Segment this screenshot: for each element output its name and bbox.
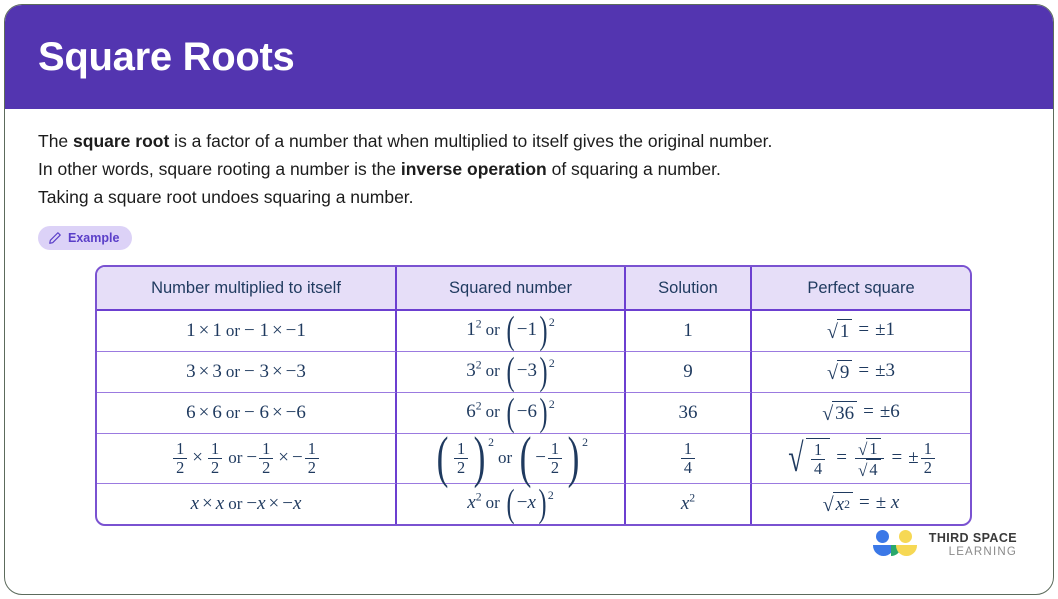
cell-squared-4: (1 2) 2or(−1 2) 2 xyxy=(397,429,626,486)
table-row: 3 × 3 or − 3 × −3 32 or(−3)2 9 √ 9 = ±3 xyxy=(97,352,970,393)
logo-line-2: LEARNING xyxy=(948,545,1017,558)
cell-multiplied-4: 1 2 × 1 2 or −1 2 × −1 2 xyxy=(97,434,397,484)
example-badge-label: Example xyxy=(68,231,120,245)
cell-multiplied-3: 6 × 6 or − 6 × −6 xyxy=(97,393,397,434)
cell-solution-3: 36 xyxy=(626,393,752,434)
pencil-icon xyxy=(48,231,62,245)
intro-term-square-root: square root xyxy=(73,131,170,151)
column-header-solution: Solution xyxy=(626,267,752,311)
intro-line-2-c: of squaring a number. xyxy=(546,159,721,179)
logo-line-1: THIRD SPACE xyxy=(928,531,1017,546)
cell-perfect-square-2: √ 9 = ±3 xyxy=(752,352,970,393)
intro-line-1: The square root is a factor of a number … xyxy=(38,127,1020,155)
intro-line-2: In other words, square rooting a number … xyxy=(38,155,1020,183)
intro-term-inverse-operation: inverse operation xyxy=(400,159,547,179)
third-space-learning-logo: THIRD SPACE LEARNING xyxy=(872,530,1017,560)
cell-perfect-square-5: √ x 2 = ± x xyxy=(822,491,900,516)
cell-perfect-square-1: √ 1 = ±1 xyxy=(752,311,970,352)
intro-line-2-a: In other words, square rooting a number … xyxy=(38,159,401,179)
page-title: Square Roots xyxy=(38,34,295,79)
lesson-card: Square Roots The square root is a factor… xyxy=(4,4,1054,595)
square-roots-table: Number multiplied to itself Squared numb… xyxy=(95,265,972,526)
square-roots-table-wrapper: Number multiplied to itself Squared numb… xyxy=(95,265,972,526)
cell-solution-2: 9 xyxy=(626,352,752,393)
cell-multiplied-5: x × x or −x × −x xyxy=(97,483,397,524)
table-header-row: Number multiplied to itself Squared numb… xyxy=(97,267,970,311)
table-row: x × x or −x × −x x2 or(−x)2 x2 √ x 2 = ± x xyxy=(97,483,970,524)
logo-wordmark: THIRD SPACE LEARNING xyxy=(929,532,1017,558)
table-row: 1 × 1 or − 1 × −1 12 or(−1)2 1 √ 1 = ±1 xyxy=(97,311,970,352)
content-area: The square root is a factor of a number … xyxy=(5,109,1053,526)
intro-line-1-a: The xyxy=(38,131,74,151)
column-header-number-multiplied: Number multiplied to itself xyxy=(97,267,397,311)
cell-squared-5: x2 or(−x)2 xyxy=(397,483,626,524)
intro-line-3: Taking a square root undoes squaring a n… xyxy=(38,187,414,207)
cell-perfect-square-3: √ 36 = ±6 xyxy=(752,393,970,434)
cell-solution-4: 14 xyxy=(626,434,752,484)
cell-multiplied-2: 3 × 3 or − 3 × −3 xyxy=(97,352,397,393)
table-row: 6 × 6 or − 6 × −6 62 or(−6)2 36 √ 36 = ±6 xyxy=(97,393,970,434)
cell-squared-1: 12 or(−1)2 xyxy=(397,311,626,352)
column-header-perfect-square: Perfect square xyxy=(752,267,970,311)
cell-perfect-square-4: √ 1 4 = √ 1 √ 4 = ±1 2 xyxy=(752,434,970,484)
table-row: 1 2 × 1 2 or −1 2 × −1 2 (1 2) 2or(−1 2) 2 14 √ 1 4 = √ 1 √ 4… xyxy=(97,429,970,486)
example-badge: Example xyxy=(38,226,133,250)
page-banner: Square Roots xyxy=(5,5,1053,109)
column-header-squared-number: Squared number xyxy=(397,267,626,311)
cell-solution-5: x2 xyxy=(626,483,752,524)
logo-mark-icon xyxy=(872,530,919,560)
intro-line-1-c: is a factor of a number that when multip… xyxy=(169,131,773,151)
intro-paragraph: The square root is a factor of a number … xyxy=(38,127,1020,211)
cell-solution-1: 1 xyxy=(626,311,752,352)
cell-multiplied-1: 1 × 1 or − 1 × −1 xyxy=(97,311,397,352)
cell-squared-2: 32 or(−3)2 xyxy=(397,352,626,393)
cell-squared-3: 62 or(−6)2 xyxy=(397,393,626,434)
